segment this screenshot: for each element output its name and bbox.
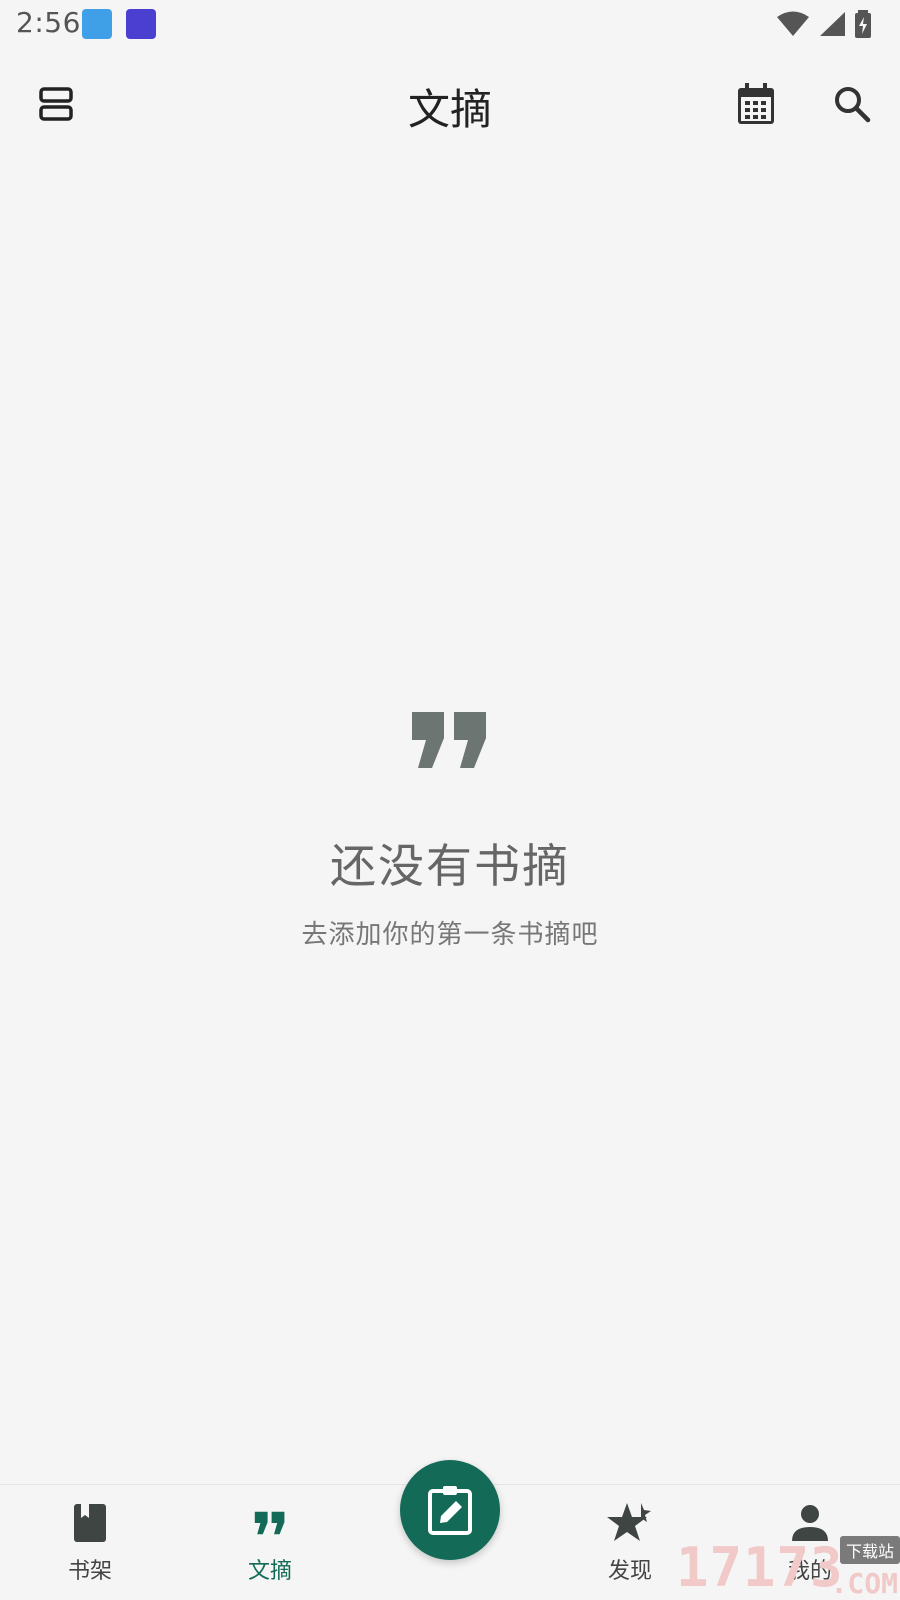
nav-item-bookshelf[interactable]: 书架 (30, 1499, 150, 1585)
sparkle-star-icon (607, 1503, 651, 1541)
status-time: 2:56 (16, 6, 81, 39)
app-bar: 文摘 (0, 54, 900, 154)
nav-label-bookshelf: 书架 (67, 1559, 112, 1584)
quote-icon (254, 1511, 285, 1535)
status-bar: 2:56 (0, 0, 900, 48)
watermark: 17173 下载站 .COM (676, 1536, 900, 1600)
nav-item-discover[interactable]: 发现 (570, 1499, 690, 1585)
app-notification-icon (82, 9, 112, 39)
clipboard-edit-icon (428, 1486, 472, 1535)
empty-state: 还没有书摘 去添加你的第一条书摘吧 (0, 710, 900, 951)
book-icon (74, 1504, 106, 1542)
nav-label-excerpts: 文摘 (247, 1559, 292, 1584)
nav-label-discover: 发现 (607, 1559, 652, 1584)
search-button[interactable] (820, 72, 884, 136)
empty-state-subtitle: 去添加你的第一条书摘吧 (301, 920, 599, 950)
app-notification-icon (126, 9, 156, 39)
screen: 2:56 文摘 还没有书摘 去添加你的第一条书摘吧 书架 文摘 发现 我的 17… (0, 0, 900, 1600)
calendar-icon (738, 83, 774, 124)
watermark-digits: 17173 (676, 1536, 844, 1599)
nav-item-excerpts[interactable]: 文摘 (210, 1499, 330, 1585)
cellular-signal-icon (820, 12, 845, 36)
watermark-tag: 下载站 (839, 1536, 900, 1564)
empty-state-title: 还没有书摘 (330, 839, 570, 893)
calendar-button[interactable] (724, 72, 788, 136)
battery-charging-icon (855, 10, 871, 38)
wifi-icon (777, 11, 809, 36)
add-excerpt-button[interactable] (400, 1460, 500, 1560)
search-icon (835, 87, 871, 123)
system-status-icons (776, 8, 872, 40)
watermark-suffix: .COM (830, 1567, 898, 1600)
quote-icon (412, 712, 486, 768)
